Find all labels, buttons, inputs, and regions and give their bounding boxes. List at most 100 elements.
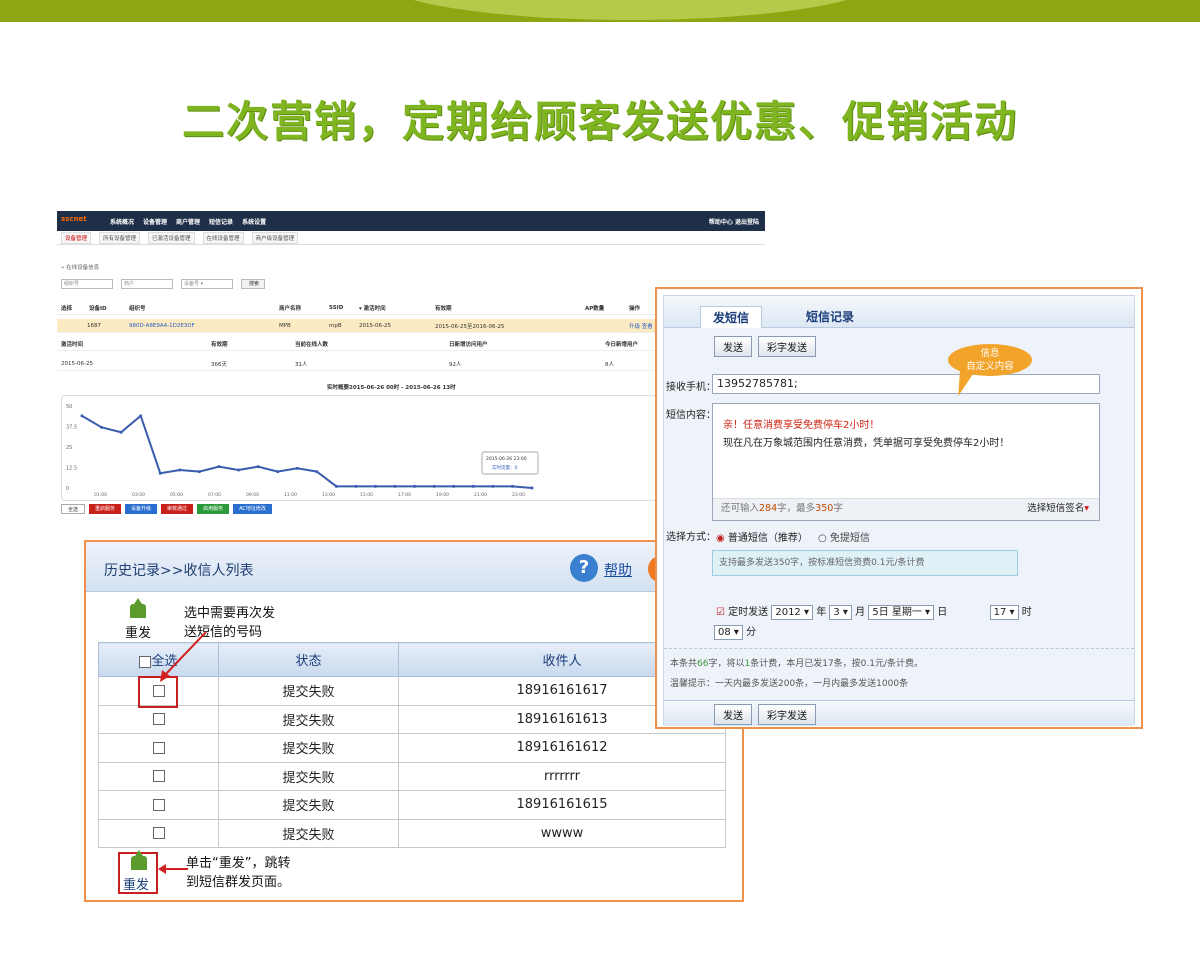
row-checkbox[interactable] bbox=[152, 798, 165, 811]
send-button[interactable]: 发送 bbox=[714, 336, 752, 357]
chart-title: 实时概要2015-06-26 00时 - 2015-06-26 13时 bbox=[327, 385, 456, 391]
x-tick-label: 11:00 bbox=[284, 492, 297, 498]
x-tick-label: 03:00 bbox=[132, 492, 145, 498]
data-point bbox=[178, 468, 182, 472]
custom-content-bubble: 信息 自定义内容 bbox=[948, 344, 1032, 376]
history-panel: 历史记录>>收信人列表 ? 帮助 重发 选中需要再次发 送短信的号码 全选 状态… bbox=[84, 540, 744, 902]
sms-tabs: 发短信 短信记录 bbox=[664, 296, 1134, 328]
tip-text: 温馨提示：一天内最多发送200条，一月内最多发送1000条 bbox=[670, 679, 909, 689]
merchant-input[interactable]: 商户 bbox=[121, 279, 173, 289]
data-point bbox=[256, 465, 260, 469]
subnav-all-devices[interactable]: 所有设备管理 bbox=[99, 231, 141, 244]
table-row: 提交失败 wwww bbox=[98, 818, 726, 848]
row-checkbox[interactable] bbox=[152, 770, 165, 783]
bottom-button-bar: 发送 彩字发送 bbox=[714, 704, 816, 725]
day-select[interactable]: 5日 星期一 ▾ bbox=[868, 605, 935, 620]
nav-item-sms-records[interactable]: 短信记录 bbox=[209, 217, 233, 226]
x-tick-label: 19:00 bbox=[436, 492, 449, 498]
month-select[interactable]: 3 ▾ bbox=[829, 605, 852, 620]
resend-label: 重发 bbox=[124, 626, 151, 641]
org-input[interactable]: 组织号 bbox=[61, 279, 113, 289]
data-point bbox=[354, 484, 358, 488]
help-icon[interactable]: ? bbox=[570, 554, 598, 582]
search-button[interactable]: 搜索 bbox=[241, 279, 265, 289]
minute-select[interactable]: 08 ▾ bbox=[714, 625, 743, 640]
subnav-activated-devices[interactable]: 已激活设备管理 bbox=[148, 231, 195, 244]
device-row[interactable]: 1687 980D-A8E9A4-1D2E3DF MPB mpB 2015-06… bbox=[57, 319, 667, 333]
subnav-merchant-devices[interactable]: 商户级设备管理 bbox=[251, 231, 299, 244]
enable-button[interactable]: 启用服务 bbox=[197, 504, 230, 514]
nav-item-merchants[interactable]: 商户管理 bbox=[176, 217, 200, 226]
note-resend-jump: 单击“重发”，跳转 到短信群发页面。 bbox=[186, 856, 291, 890]
radio-icon: ○ bbox=[818, 533, 827, 544]
device-select[interactable]: 设备号 ▾ bbox=[181, 279, 233, 289]
top-button-bar: 发送 彩字发送 bbox=[714, 336, 816, 357]
method-normal-radio[interactable]: ◉ 普通短信（推荐） bbox=[716, 529, 808, 544]
admin-logo: sscnet bbox=[61, 215, 87, 223]
resend-button-bottom[interactable]: 重发 bbox=[121, 850, 161, 894]
color-send-button[interactable]: 彩字发送 bbox=[758, 336, 816, 357]
phone-input[interactable]: 13952785781; bbox=[712, 374, 1100, 394]
x-tick-label: 17:00 bbox=[398, 492, 411, 498]
traffic-line-chart: 50 37.5 25 12.5 0 01:00 03:00 05:00 07:00 09:00 11… bbox=[66, 404, 539, 498]
traffic-chart: 50 37.5 25 12.5 0 01:00 03:00 05:00 07:00 09:00 11… bbox=[61, 395, 657, 501]
y-tick-label: 12.5 bbox=[66, 466, 77, 472]
nav-item-overview[interactable]: 系统概况 bbox=[110, 217, 134, 226]
data-point bbox=[197, 470, 201, 474]
restart-button[interactable]: 重启服务 bbox=[89, 504, 122, 514]
tab-sms-record[interactable]: 短信记录 bbox=[806, 308, 854, 325]
billing-summary: 本条共66字，将以1条计费，本月已发17条，按0.1元/条计费。 bbox=[670, 659, 924, 669]
row-checkbox[interactable] bbox=[152, 827, 165, 840]
data-point bbox=[432, 484, 436, 488]
nav-item-settings[interactable]: 系统设置 bbox=[242, 217, 266, 226]
resend-label: 重发 bbox=[123, 878, 150, 893]
phone-label: 接收手机： bbox=[666, 382, 716, 393]
approve-button[interactable]: 审核通过 bbox=[161, 504, 194, 514]
method-label: 选择方式： bbox=[666, 532, 716, 543]
y-tick-label: 37.5 bbox=[66, 425, 77, 431]
minute-row: 08 ▾ 分 bbox=[714, 623, 756, 640]
top-banner bbox=[0, 0, 1200, 22]
timed-send-label: 定时发送 bbox=[728, 607, 769, 618]
content-textarea[interactable]: 亲！任意消费享受免费停车2小时！ 现在凡在万象城范围内任意消费，凭单据可享受免费… bbox=[712, 403, 1100, 521]
history-title: 历史记录>>收信人列表 bbox=[104, 563, 254, 579]
send-button-bottom[interactable]: 发送 bbox=[714, 704, 752, 725]
ac-address-button[interactable]: AC地址修改 bbox=[233, 504, 272, 514]
table-row: 提交失败 rrrrrrr bbox=[98, 761, 726, 791]
content-footer: 还可输入284字，最多350字 选择短信签名▾ bbox=[713, 498, 1099, 520]
year-select[interactable]: 2012 ▾ bbox=[771, 605, 813, 620]
subnav-device-manage[interactable]: 设备管理 bbox=[61, 231, 92, 244]
tab-send-sms[interactable]: 发短信 bbox=[700, 306, 762, 328]
row-checkbox[interactable] bbox=[152, 741, 165, 754]
divider bbox=[664, 648, 1134, 649]
nav-item-devices[interactable]: 设备管理 bbox=[143, 217, 167, 226]
data-point bbox=[217, 465, 221, 469]
x-tick-label: 05:00 bbox=[170, 492, 183, 498]
action-buttons: 全选 重启服务 设备升级 审核通过 启用服务 AC地址修改 bbox=[61, 504, 272, 514]
select-all-button[interactable]: 全选 bbox=[61, 504, 86, 514]
admin-nav: sscnet 系统概况 设备管理 商户管理 短信记录 系统设置 帮助中心 退出登… bbox=[57, 211, 765, 231]
arrow-icon bbox=[158, 864, 188, 874]
row-checkbox[interactable] bbox=[152, 713, 165, 726]
x-tick-label: 13:00 bbox=[322, 492, 335, 498]
data-point bbox=[139, 414, 143, 418]
upgrade-button[interactable]: 设备升级 bbox=[125, 504, 158, 514]
data-point bbox=[530, 486, 534, 490]
subnav-online-devices[interactable]: 在线设备管理 bbox=[202, 231, 244, 244]
hour-select[interactable]: 17 ▾ bbox=[989, 605, 1019, 620]
sms-panel: 发短信 短信记录 发送 彩字发送 接收手机： 13952785781; 短信内容… bbox=[655, 287, 1143, 729]
stats-header: 激活时间 有效期 当前在线人数 日新增访问用户 今日新增用户 bbox=[57, 337, 677, 351]
data-point bbox=[80, 414, 84, 418]
select-all-checkbox[interactable] bbox=[139, 655, 152, 668]
nav-help-logout[interactable]: 帮助中心 退出登陆 bbox=[709, 217, 759, 226]
help-link[interactable]: 帮助 bbox=[604, 560, 632, 580]
method-free-radio[interactable]: ○ 免提短信 bbox=[818, 529, 870, 544]
signature-select[interactable]: 选择短信签名▾ bbox=[1027, 499, 1089, 519]
y-tick-label: 25 bbox=[66, 445, 72, 451]
timed-send-checkbox[interactable]: ☑ bbox=[716, 607, 725, 618]
data-point bbox=[491, 484, 495, 488]
remaining-chars: 还可输入284字，最多350字 bbox=[721, 503, 843, 514]
color-send-button-bottom[interactable]: 彩字发送 bbox=[758, 704, 816, 725]
timed-send-row: ☑ 定时发送 2012 ▾ 年 3 ▾ 月 5日 星期一 ▾ 日 17 ▾ 时 bbox=[716, 605, 1032, 620]
page-headline: 二次营销，定期给顾客发送优惠、促销活动 bbox=[181, 97, 1018, 146]
